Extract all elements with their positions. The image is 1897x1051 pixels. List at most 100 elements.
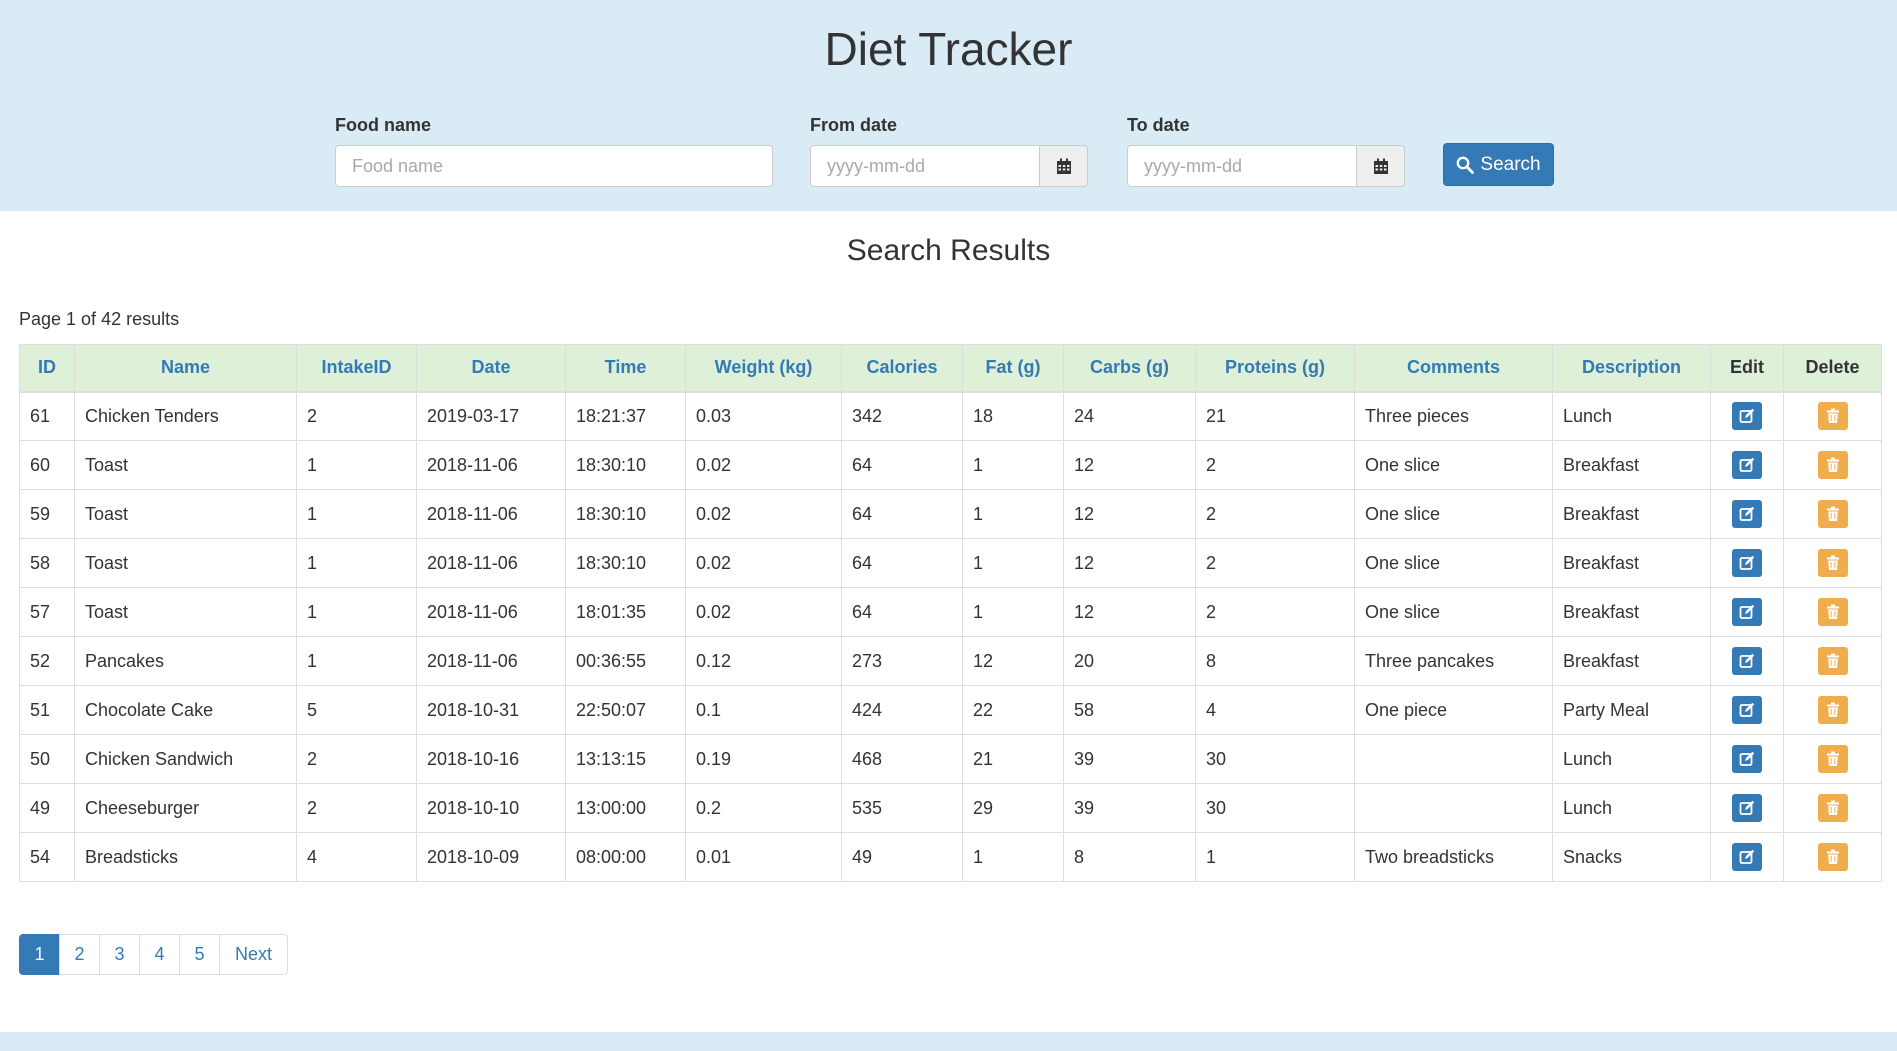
cell-name: Chicken Sandwich [74, 734, 297, 784]
column-header-proteins[interactable]: Proteins (g) [1195, 344, 1355, 393]
cell-proteins: 30 [1195, 783, 1355, 833]
cell-weight: 0.2 [685, 783, 842, 833]
column-header-id[interactable]: ID [19, 344, 75, 393]
cell-date: 2018-10-16 [416, 734, 566, 784]
cell-delete [1783, 636, 1882, 686]
calendar-icon [1056, 158, 1071, 174]
search-button-label: Search [1480, 153, 1541, 175]
edit-button[interactable] [1732, 402, 1762, 431]
page-link-2[interactable]: 2 [59, 934, 100, 975]
cell-time: 22:50:07 [565, 685, 686, 735]
edit-icon [1739, 751, 1755, 767]
delete-button[interactable] [1817, 402, 1848, 431]
cell-calories: 49 [841, 832, 963, 882]
column-header-description[interactable]: Description [1552, 344, 1711, 393]
cell-edit [1710, 587, 1784, 637]
cell-calories: 64 [841, 587, 963, 637]
trash-icon [1826, 702, 1840, 718]
from-date-calendar-button[interactable] [1040, 145, 1088, 187]
to-date-input[interactable] [1127, 145, 1357, 187]
cell-description: Lunch [1552, 734, 1711, 784]
cell-weight: 0.03 [685, 391, 842, 441]
cell-date: 2018-10-31 [416, 685, 566, 735]
cell-fat: 29 [962, 783, 1064, 833]
cell-carbs: 20 [1063, 636, 1196, 686]
cell-weight: 0.02 [685, 440, 842, 490]
cell-fat: 1 [962, 538, 1064, 588]
edit-icon [1739, 457, 1755, 473]
cell-delete [1783, 685, 1882, 735]
edit-button[interactable] [1732, 549, 1762, 577]
cell-date: 2018-11-06 [416, 587, 566, 637]
next-page-link[interactable]: Next [219, 934, 289, 975]
edit-icon [1739, 800, 1755, 816]
delete-button[interactable] [1817, 843, 1848, 871]
column-header-delete: Delete [1783, 344, 1882, 393]
cell-calories: 273 [841, 636, 963, 686]
column-header-carbs[interactable]: Carbs (g) [1063, 344, 1196, 393]
cell-intake-id: 4 [296, 832, 417, 882]
cell-id: 50 [19, 734, 75, 784]
table-header-row: ID Name IntakeID Date Time Weight (kg) Calorie… [19, 344, 1882, 393]
cell-calories: 64 [841, 440, 963, 490]
cell-delete [1783, 832, 1882, 882]
trash-icon [1826, 849, 1840, 865]
column-header-intake-id[interactable]: IntakeID [296, 344, 417, 393]
edit-button[interactable] [1732, 696, 1762, 724]
column-header-time[interactable]: Time [565, 344, 686, 393]
from-date-input[interactable] [810, 145, 1040, 187]
delete-button[interactable] [1817, 647, 1848, 675]
cell-proteins: 2 [1195, 587, 1355, 637]
trash-icon [1826, 751, 1840, 767]
edit-button[interactable] [1732, 500, 1762, 528]
page-link-4[interactable]: 4 [139, 934, 180, 975]
cell-edit [1710, 685, 1784, 735]
column-header-name[interactable]: Name [74, 344, 297, 393]
edit-button[interactable] [1732, 598, 1762, 626]
column-header-date[interactable]: Date [416, 344, 566, 393]
cell-carbs: 24 [1063, 391, 1196, 441]
cell-date: 2018-10-09 [416, 832, 566, 882]
page-link-3[interactable]: 3 [99, 934, 140, 975]
cell-edit [1710, 783, 1784, 833]
edit-icon [1739, 408, 1755, 424]
cell-description: Party Meal [1552, 685, 1711, 735]
cell-carbs: 39 [1063, 783, 1196, 833]
cell-name: Cheeseburger [74, 783, 297, 833]
to-date-calendar-button[interactable] [1357, 145, 1405, 187]
cell-comments: One piece [1354, 685, 1553, 735]
delete-button[interactable] [1817, 598, 1848, 626]
delete-button[interactable] [1817, 794, 1848, 822]
delete-button[interactable] [1817, 696, 1848, 724]
edit-button[interactable] [1732, 794, 1762, 822]
edit-button[interactable] [1732, 843, 1762, 871]
column-header-calories[interactable]: Calories [841, 344, 963, 393]
table-row: 50 Chicken Sandwich 2 2018-10-16 13:13:15 0.1… [19, 734, 1882, 784]
cell-intake-id: 1 [296, 538, 417, 588]
delete-button[interactable] [1817, 500, 1848, 528]
cell-weight: 0.02 [685, 538, 842, 588]
cell-comments: Two breadsticks [1354, 832, 1553, 882]
trash-icon [1826, 653, 1840, 669]
cell-edit [1710, 391, 1784, 441]
cell-carbs: 12 [1063, 587, 1196, 637]
page-link-1[interactable]: 1 [19, 934, 60, 975]
cell-date: 2018-11-06 [416, 440, 566, 490]
delete-button[interactable] [1817, 745, 1848, 773]
edit-button[interactable] [1732, 647, 1762, 675]
column-header-weight[interactable]: Weight (kg) [685, 344, 842, 393]
food-name-input[interactable] [335, 145, 773, 187]
edit-button[interactable] [1732, 451, 1762, 479]
cell-description: Breakfast [1552, 489, 1711, 539]
delete-button[interactable] [1817, 451, 1848, 479]
search-button[interactable]: Search [1443, 143, 1554, 186]
delete-button[interactable] [1817, 549, 1848, 577]
column-header-comments[interactable]: Comments [1354, 344, 1553, 393]
edit-button[interactable] [1732, 745, 1762, 773]
cell-edit [1710, 538, 1784, 588]
cell-weight: 0.01 [685, 832, 842, 882]
page-link-5[interactable]: 5 [179, 934, 220, 975]
cell-comments: Three pancakes [1354, 636, 1553, 686]
column-header-fat[interactable]: Fat (g) [962, 344, 1064, 393]
cell-carbs: 39 [1063, 734, 1196, 784]
